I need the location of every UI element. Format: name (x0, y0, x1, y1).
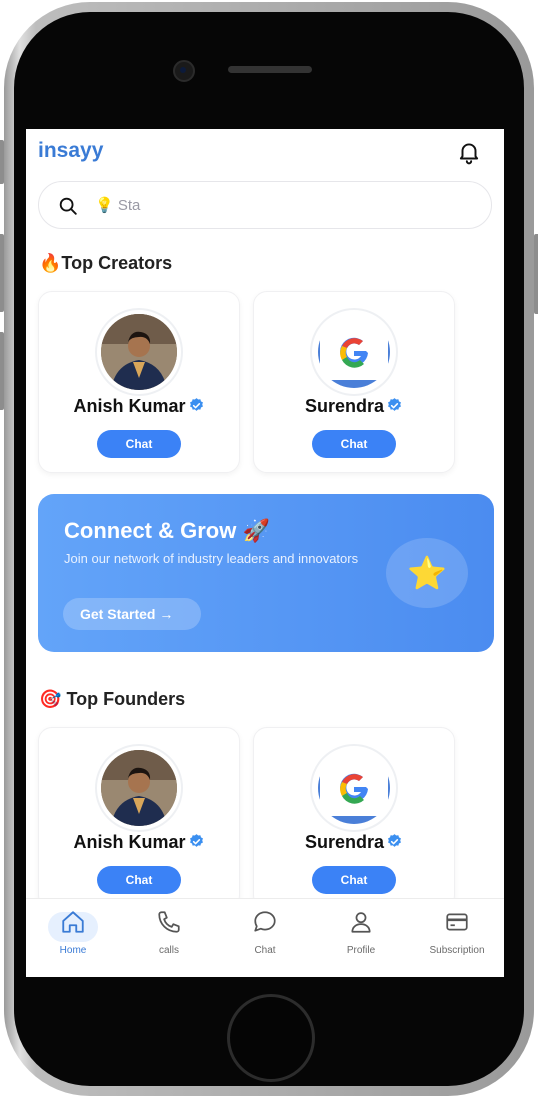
founder-card[interactable]: Anish Kumar Chat (38, 727, 240, 909)
target-icon: 🎯 (39, 689, 62, 709)
connect-grow-banner[interactable]: Connect & Grow 🚀 Join our network of ind… (38, 494, 494, 652)
search-placeholder: Sta (117, 197, 141, 214)
brand-logo: insayy (38, 139, 104, 162)
google-logo-icon (318, 316, 390, 388)
google-logo-icon (318, 752, 390, 824)
rocket-icon: 🚀 (242, 518, 270, 543)
founder-name: Surendra (254, 832, 454, 853)
creator-name: Surendra (254, 396, 454, 417)
nav-label-chat: Chat (254, 945, 276, 956)
verified-badge-icon (388, 398, 401, 411)
app-screen: insayy 💡 Sta 🔥Top Creators Anish Kumar C… (26, 129, 504, 977)
nav-label-profile: Profile (346, 945, 376, 956)
chat-button[interactable]: Chat (97, 866, 181, 894)
phone-volume-up (0, 234, 4, 312)
founder-name: Anish Kumar (39, 832, 239, 853)
bell-icon[interactable] (456, 139, 482, 165)
section-title-text: Top Founders (66, 689, 186, 709)
phone-power-button (534, 234, 538, 314)
avatar (95, 308, 183, 396)
bulb-icon: 💡 (95, 197, 114, 214)
search-input[interactable]: 💡 Sta (95, 196, 140, 214)
phone-volume-down (0, 332, 4, 410)
home-button[interactable] (227, 994, 315, 1082)
front-camera (173, 60, 195, 82)
banner-star-badge: ⭐ (386, 538, 468, 608)
nav-item-subscription[interactable]: Subscription (410, 909, 504, 956)
chat-button[interactable]: Chat (312, 866, 396, 894)
google-logo-avatar (318, 316, 390, 388)
search-bar[interactable]: 💡 Sta (38, 181, 492, 229)
nav-label-calls: calls (158, 945, 179, 956)
nav-label-subscription: Subscription (429, 945, 485, 956)
banner-title: Connect & Grow 🚀 (64, 518, 270, 544)
chat-button[interactable]: Chat (312, 430, 396, 458)
verified-badge-icon (189, 834, 203, 847)
creator-name-text: Anish Kumar (73, 396, 186, 416)
founder-card[interactable]: Surendra Chat (253, 727, 455, 909)
founder-name-text: Surendra (304, 832, 385, 852)
phone-icon (158, 911, 180, 933)
card-icon (446, 913, 468, 931)
avatar (95, 744, 183, 832)
verified-badge-icon (388, 834, 401, 847)
creator-card[interactable]: Surendra Chat (253, 291, 455, 473)
get-started-button[interactable]: Get Started → (63, 598, 201, 630)
avatar-photo (101, 314, 177, 390)
google-logo-avatar (318, 752, 390, 824)
chat-button[interactable]: Chat (97, 430, 181, 458)
bottom-nav: Home calls Chat Profile Subscription (26, 898, 504, 977)
banner-title-text: Connect & Grow (64, 518, 237, 543)
user-icon (351, 912, 371, 933)
avatar (310, 308, 398, 396)
creator-name-text: Surendra (304, 396, 385, 416)
section-title-text: Top Creators (61, 253, 173, 273)
earpiece-speaker (228, 66, 312, 73)
home-icon (62, 911, 84, 933)
verified-badge-icon (189, 398, 203, 411)
avatar (310, 744, 398, 832)
star-icon: ⭐ (407, 555, 447, 591)
creator-card[interactable]: Anish Kumar Chat (38, 291, 240, 473)
avatar-photo (101, 750, 177, 826)
section-title-top-creators: 🔥Top Creators (39, 253, 172, 274)
fire-icon: 🔥 (39, 253, 62, 273)
nav-item-chat[interactable]: Chat (218, 909, 312, 956)
nav-label-home: Home (59, 945, 87, 956)
chat-bubble-icon (254, 911, 276, 932)
creator-name: Anish Kumar (39, 396, 239, 417)
banner-subtitle: Join our network of industry leaders and… (64, 551, 359, 566)
nav-item-home[interactable]: Home (26, 909, 120, 956)
search-icon (59, 197, 77, 215)
phone-silent-switch (0, 140, 4, 184)
nav-item-profile[interactable]: Profile (314, 909, 408, 956)
app-header: insayy (26, 129, 504, 177)
nav-item-calls[interactable]: calls (122, 909, 216, 956)
founder-name-text: Anish Kumar (73, 832, 186, 852)
section-title-top-founders: 🎯 Top Founders (39, 689, 185, 710)
